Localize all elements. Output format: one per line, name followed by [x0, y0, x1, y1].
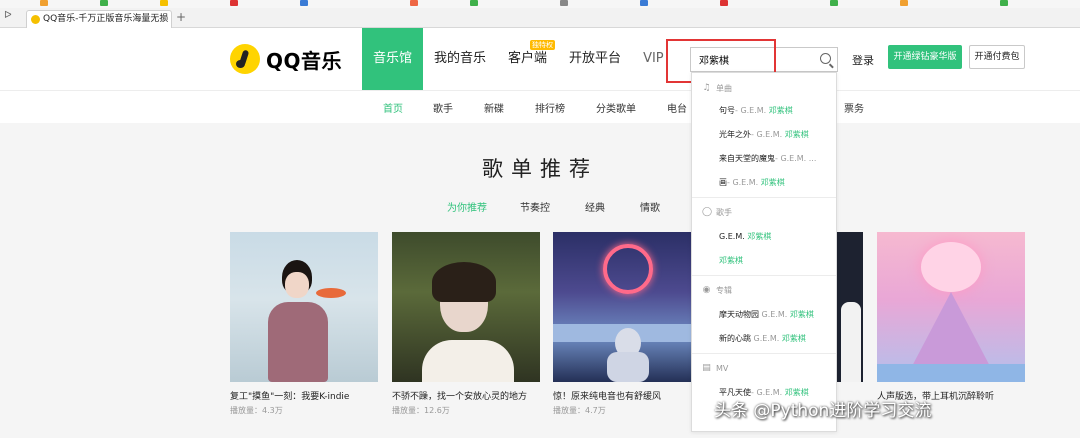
suggest-song[interactable]: 光年之外- G.E.M. 邓紫棋: [719, 129, 831, 140]
subnav-charts[interactable]: 排行榜: [535, 100, 565, 115]
qq-music-favicon-icon: [31, 15, 40, 24]
nav-client[interactable]: 客户端 独特权: [497, 28, 558, 90]
open-paid-package-button[interactable]: 开通付费包: [969, 45, 1025, 69]
category-tab-recommended[interactable]: 为你推荐: [447, 199, 487, 214]
qq-music-logo[interactable]: QQ音乐: [230, 42, 342, 76]
subnav-new-albums[interactable]: 新碟: [484, 100, 504, 115]
search-input[interactable]: [691, 48, 811, 71]
search-icon[interactable]: [820, 53, 831, 64]
watermark-text: 头条 @Python进阶学习交流: [714, 401, 932, 421]
close-tab-icon[interactable]: ×: [160, 11, 168, 27]
client-badge: 独特权: [530, 40, 556, 50]
new-tab-button[interactable]: +: [176, 10, 186, 24]
suggest-song[interactable]: 画- G.E.M. 邓紫棋: [719, 177, 831, 188]
browser-tab[interactable]: QQ音乐-千万正版音乐海量无损 ×: [26, 10, 172, 28]
playlist-card[interactable]: 复工"摸鱼"一刻：我要K-indie 播放量：4.3万: [230, 232, 378, 416]
music-note-icon: ♫: [702, 83, 711, 93]
suggest-album[interactable]: 新的心跳 G.E.M. 邓紫棋: [719, 333, 831, 344]
divider: [692, 197, 836, 198]
suggest-section-songs: ♫ 单曲: [702, 83, 732, 94]
person-icon: ◯: [702, 207, 713, 217]
playlist-title[interactable]: 不骄不躁，找一个安放心灵的地方: [392, 389, 540, 402]
qq-music-logo-icon: [230, 44, 260, 74]
playlist-card[interactable]: 人声版选，带上耳机沉醉聆听: [877, 232, 1025, 405]
search-suggestion-dropdown: ♫ 单曲 句号- G.E.M. 邓紫棋 光年之外- G.E.M. 邓紫棋 来自天…: [691, 72, 837, 432]
suggest-album[interactable]: 摩天动物园 G.E.M. 邓紫棋: [719, 309, 831, 320]
sub-nav: 首页 歌手 新碟 排行榜 分类歌单 电台 票务: [0, 90, 1080, 123]
bookmarks-bar: [0, 0, 1080, 8]
sidebar-toggle-icon[interactable]: ᐅ: [4, 10, 12, 21]
subnav-categories[interactable]: 分类歌单: [596, 100, 636, 115]
suggest-section-mv: ▤ MV: [702, 363, 729, 374]
divider: [692, 353, 836, 354]
suggest-section-albums: ◉ 专辑: [702, 285, 732, 296]
disc-icon: ◉: [702, 285, 711, 295]
section-header: 歌手: [716, 208, 732, 217]
main-nav: 音乐馆 我的音乐 客户端 独特权 开放平台 VIP: [362, 28, 675, 90]
playlist-cover[interactable]: [392, 232, 540, 382]
nav-client-label: 客户端: [508, 51, 548, 66]
subnav-tickets[interactable]: 票务: [844, 100, 864, 115]
playlist-play-count: 播放量：12.6万: [392, 406, 450, 415]
subnav-singers[interactable]: 歌手: [433, 100, 453, 115]
playlist-card[interactable]: 惊！原来纯电音也有舒缓风 播放量：4.7万: [553, 232, 701, 416]
playlist-play-count: 播放量：4.7万: [553, 406, 606, 415]
main-content: 歌单推荐 为你推荐 节奏控 经典 情歌 复工"摸鱼"一刻：我要K-indie 播…: [0, 123, 1080, 438]
playlist-cover[interactable]: [877, 232, 1025, 382]
suggest-song[interactable]: 句号- G.E.M. 邓紫棋: [719, 105, 831, 116]
login-link[interactable]: 登录: [852, 52, 874, 68]
playlist-card[interactable]: 不骄不躁，找一个安放心灵的地方 播放量：12.6万: [392, 232, 540, 416]
subnav-radio[interactable]: 电台: [667, 100, 687, 115]
category-tab-love-songs[interactable]: 情歌: [640, 199, 660, 214]
playlist-title[interactable]: 复工"摸鱼"一刻：我要K-indie: [230, 389, 378, 402]
section-title: 歌单推荐: [482, 157, 598, 181]
section-header: 专辑: [716, 286, 732, 295]
search-box: [690, 47, 838, 72]
playlist-cover[interactable]: [230, 232, 378, 382]
playlist-title[interactable]: 惊！原来纯电音也有舒缓风: [553, 389, 701, 402]
tab-title: QQ音乐-千万正版音乐海量无损: [43, 14, 169, 24]
suggest-singer[interactable]: G.E.M. 邓紫棋: [719, 231, 831, 242]
category-tab-rhythm[interactable]: 节奏控: [520, 199, 550, 214]
playlist-cover[interactable]: [553, 232, 701, 382]
section-header: MV: [716, 364, 729, 373]
suggest-singer[interactable]: 邓紫棋: [719, 255, 831, 266]
category-tab-classic[interactable]: 经典: [585, 199, 605, 214]
subnav-home[interactable]: 首页: [383, 100, 403, 115]
nav-music-hall[interactable]: 音乐馆: [362, 28, 424, 90]
nav-open-platform[interactable]: 开放平台: [558, 28, 632, 90]
film-icon: ▤: [702, 363, 711, 373]
nav-vip[interactable]: VIP: [632, 28, 675, 90]
open-green-diamond-button[interactable]: 开通绿钻豪华版: [888, 45, 962, 69]
site-header: QQ音乐 音乐馆 我的音乐 客户端 独特权 开放平台 VIP 登录 开通绿钻豪华…: [0, 28, 1080, 90]
divider: [692, 275, 836, 276]
nav-my-music[interactable]: 我的音乐: [423, 28, 497, 90]
section-header: 单曲: [716, 84, 732, 93]
browser-tab-bar: ᐅ QQ音乐-千万正版音乐海量无损 × +: [0, 8, 1080, 28]
suggest-section-singers: ◯ 歌手: [702, 207, 732, 218]
logo-text: QQ音乐: [266, 48, 343, 73]
playlist-play-count: 播放量：4.3万: [230, 406, 283, 415]
suggest-song[interactable]: 来自天堂的魔鬼- G.E.M. ...: [719, 153, 831, 164]
